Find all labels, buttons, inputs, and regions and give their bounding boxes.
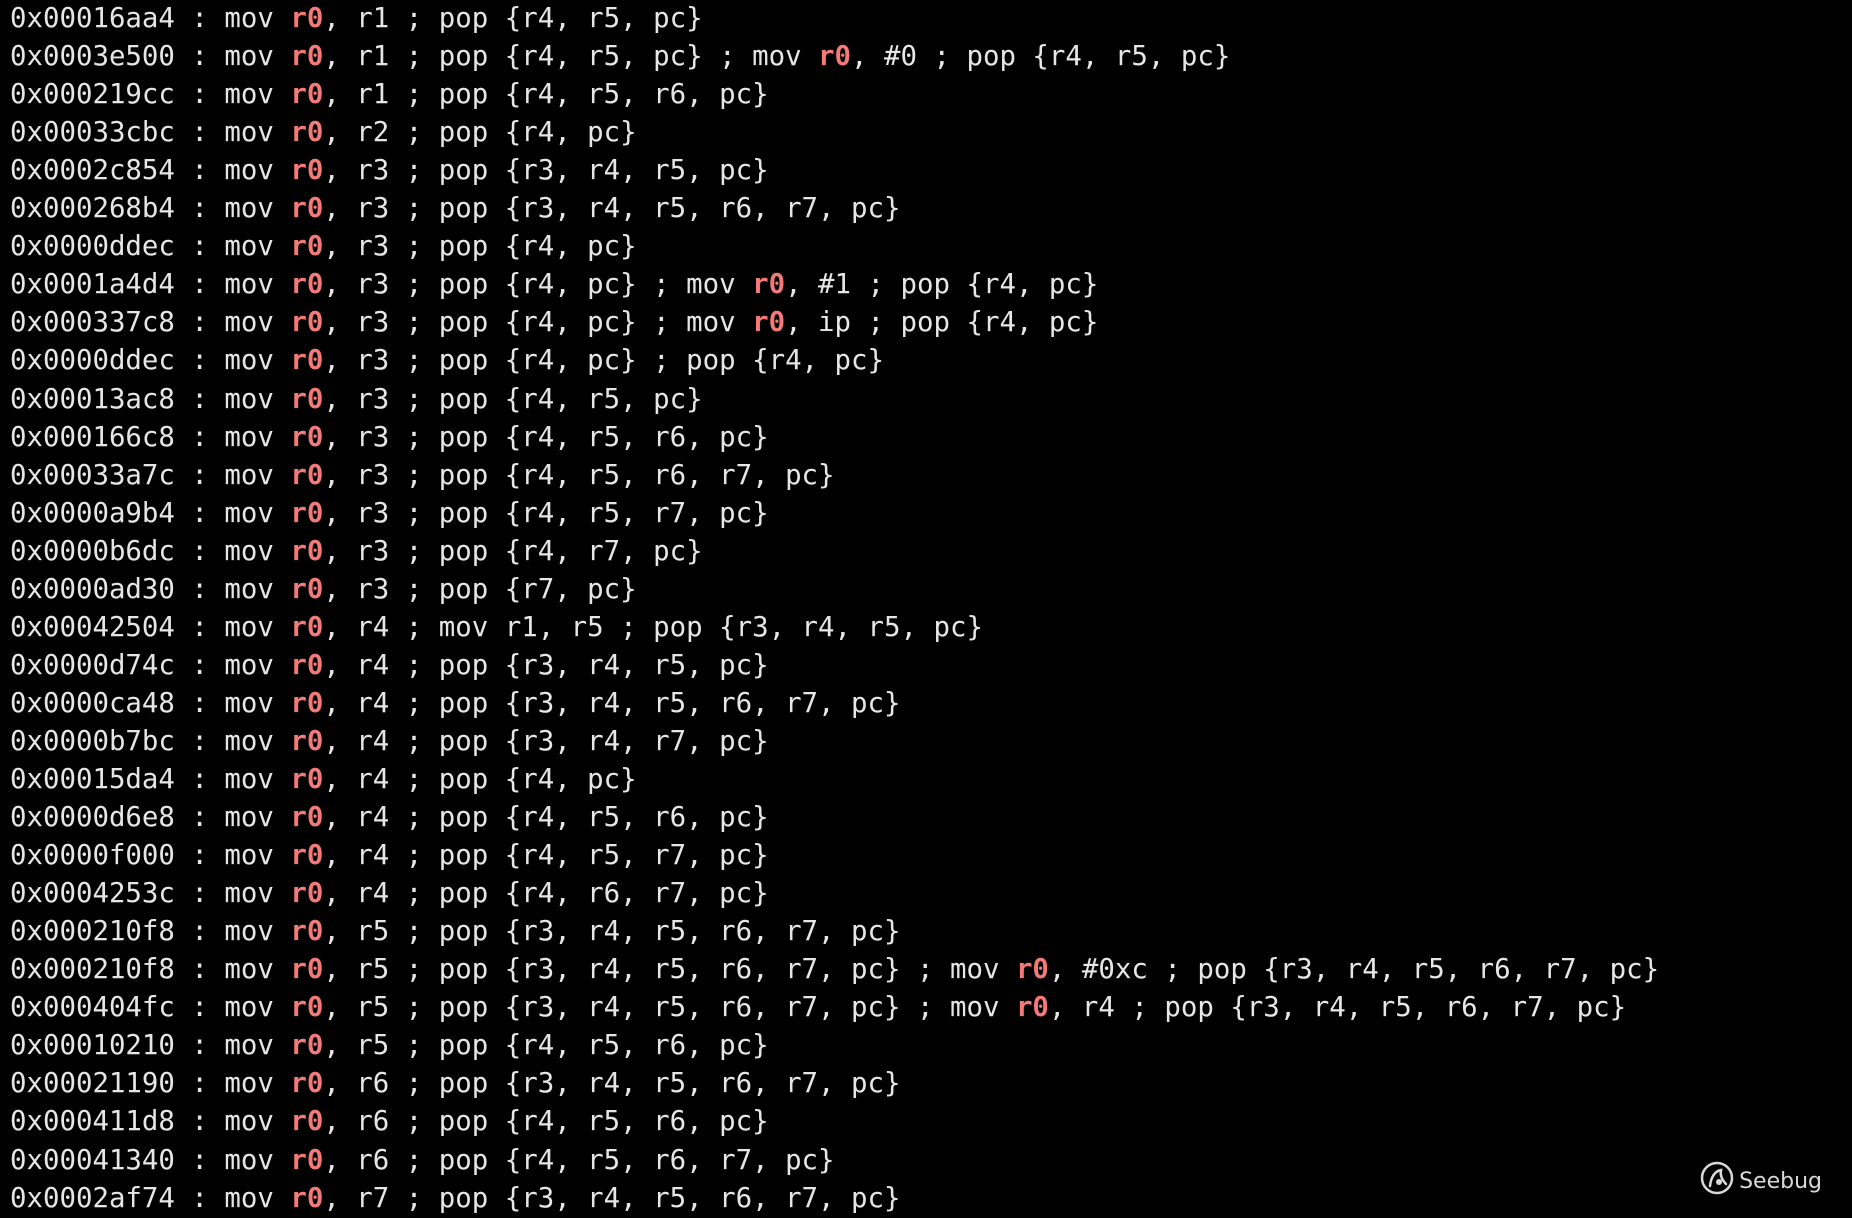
gadget-line: 0x0000f000 : mov r0, r4 ; pop {r4, r5, r… [10,840,769,872]
gadget-line: 0x0000b6dc : mov r0, r3 ; pop {r4, r7, p… [10,535,703,567]
gadget-line: 0x0000ddec : mov r0, r3 ; pop {r4, pc} ;… [10,345,885,377]
gadget-line: 0x0001a4d4 : mov r0, r3 ; pop {r4, pc} ;… [10,269,1099,301]
gadget-line: 0x0000a9b4 : mov r0, r3 ; pop {r4, r5, r… [10,497,769,529]
gadget-line: 0x00021190 : mov r0, r6 ; pop {r3, r4, r… [10,1068,901,1100]
gadget-line: 0x00033cbc : mov r0, r2 ; pop {r4, pc} [10,117,637,149]
gadget-line: 0x0000ad30 : mov r0, r3 ; pop {r7, pc} [10,573,637,605]
gadget-line: 0x00015da4 : mov r0, r4 ; pop {r4, pc} [10,764,637,795]
gadget-line: 0x0004253c : mov r0, r4 ; pop {r4, r6, r… [10,878,769,910]
gadget-line: 0x0002c854 : mov r0, r3 ; pop {r3, r4, r… [10,155,769,187]
seebug-bug-icon [1699,1160,1735,1202]
gadget-line: 0x000337c8 : mov r0, r3 ; pop {r4, pc} ;… [10,307,1099,339]
gadget-line: 0x000404fc : mov r0, r5 ; pop {r3, r4, r… [10,992,1627,1024]
gadget-line: 0x000268b4 : mov r0, r3 ; pop {r3, r4, r… [10,193,901,225]
gadget-line: 0x000210f8 : mov r0, r5 ; pop {r3, r4, r… [10,954,1660,986]
gadget-line: 0x000219cc : mov r0, r1 ; pop {r4, r5, r… [10,79,769,111]
gadget-line: 0x00016aa4 : mov r0, r1 ; pop {r4, r5, p… [10,3,703,34]
gadget-line: 0x0000b7bc : mov r0, r4 ; pop {r3, r4, r… [10,725,769,757]
gadget-line: 0x000411d8 : mov r0, r6 ; pop {r4, r5, r… [10,1106,769,1138]
gadget-line: 0x00013ac8 : mov r0, r3 ; pop {r4, r5, p… [10,383,703,415]
gadget-line: 0x0000d6e8 : mov r0, r4 ; pop {r4, r5, r… [10,802,769,834]
gadget-line: 0x0000d74c : mov r0, r4 ; pop {r3, r4, r… [10,649,769,681]
gadget-line: 0x00042504 : mov r0, r4 ; mov r1, r5 ; p… [10,611,983,643]
seebug-watermark: Seebug [1699,1160,1822,1202]
gadget-line: 0x0003e500 : mov r0, r1 ; pop {r4, r5, p… [10,41,1231,73]
watermark-text: Seebug [1739,1168,1822,1194]
terminal-output: 0x00016aa4 : mov r0, r1 ; pop {r4, r5, p… [0,0,1852,1214]
gadget-line: 0x00033a7c : mov r0, r3 ; pop {r4, r5, r… [10,459,835,491]
gadget-line: 0x00010210 : mov r0, r5 ; pop {r4, r5, r… [10,1030,769,1062]
gadget-line: 0x00041340 : mov r0, r6 ; pop {r4, r5, r… [10,1144,835,1176]
gadget-line: 0x0000ddec : mov r0, r3 ; pop {r4, pc} [10,231,637,263]
gadget-line: 0x000210f8 : mov r0, r5 ; pop {r3, r4, r… [10,916,901,948]
gadget-line: 0x0002af74 : mov r0, r7 ; pop {r3, r4, r… [10,1182,901,1214]
gadget-line: 0x0000ca48 : mov r0, r4 ; pop {r3, r4, r… [10,687,901,719]
gadget-line: 0x000166c8 : mov r0, r3 ; pop {r4, r5, r… [10,421,769,453]
